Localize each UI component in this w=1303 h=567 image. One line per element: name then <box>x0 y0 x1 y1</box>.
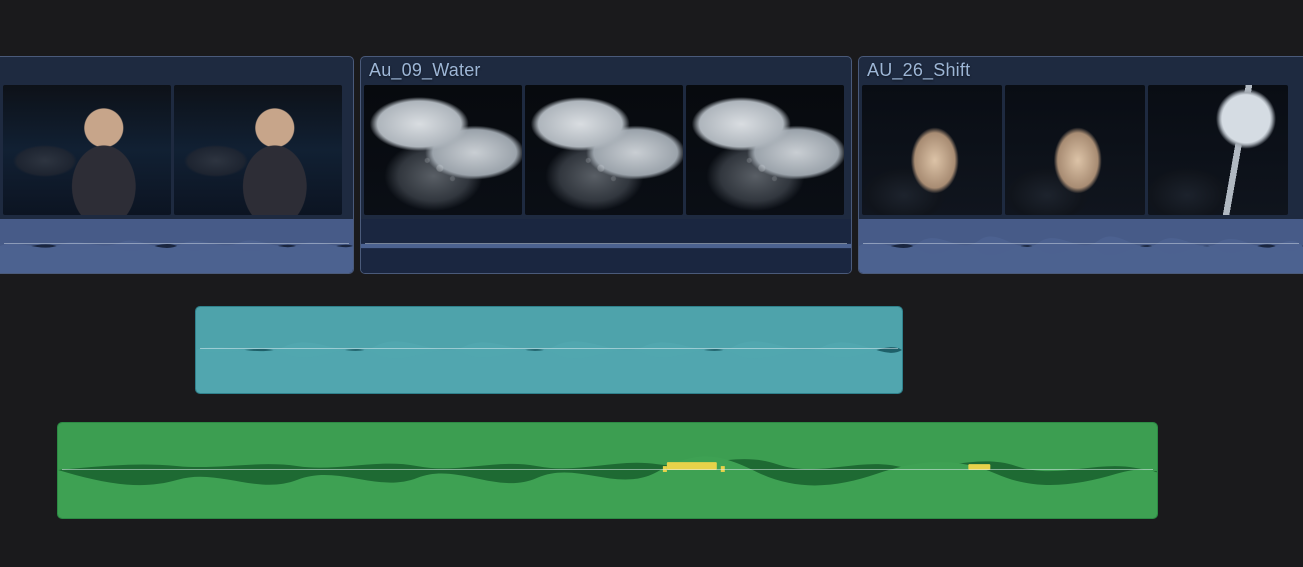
video-clip[interactable] <box>0 56 354 274</box>
volume-line[interactable] <box>863 243 1299 244</box>
timeline[interactable]: Au_09_Water AU_26_Shift <box>0 0 1303 567</box>
clip-label: Au_09_Water <box>369 60 481 81</box>
volume-line[interactable] <box>62 469 1153 470</box>
audio-clip-vista[interactable]: Vista <box>57 422 1158 519</box>
video-clip[interactable]: Au_09_Water <box>360 56 852 274</box>
audio-clip-rain[interactable]: Rain 1 <box>195 306 903 394</box>
volume-line[interactable] <box>365 243 847 244</box>
thumbnail-frame <box>1005 85 1145 215</box>
thumbnail-frame <box>525 85 683 215</box>
waveform-icon <box>58 423 1157 518</box>
waveform-icon <box>0 219 353 273</box>
clip-audio-waveform[interactable] <box>361 219 851 273</box>
filmstrip <box>859 85 1303 219</box>
filmstrip <box>361 85 851 219</box>
thumbnail-frame <box>364 85 522 215</box>
thumbnail-frame <box>3 85 171 215</box>
volume-line[interactable] <box>200 348 898 349</box>
waveform-icon <box>196 307 902 393</box>
thumbnail-frame <box>686 85 844 215</box>
clip-audio-waveform[interactable] <box>859 219 1303 273</box>
waveform-icon <box>859 219 1303 273</box>
thumbnail-frame <box>862 85 1002 215</box>
thumbnail-frame <box>174 85 342 215</box>
volume-line[interactable] <box>4 243 349 244</box>
video-clip[interactable]: AU_26_Shift <box>858 56 1303 274</box>
waveform-icon <box>361 219 851 273</box>
clip-label: AU_26_Shift <box>867 60 970 81</box>
primary-storyline[interactable]: Au_09_Water AU_26_Shift <box>0 56 1303 274</box>
clip-audio-waveform[interactable] <box>0 219 353 273</box>
filmstrip <box>0 85 353 219</box>
thumbnail-frame <box>1148 85 1288 215</box>
